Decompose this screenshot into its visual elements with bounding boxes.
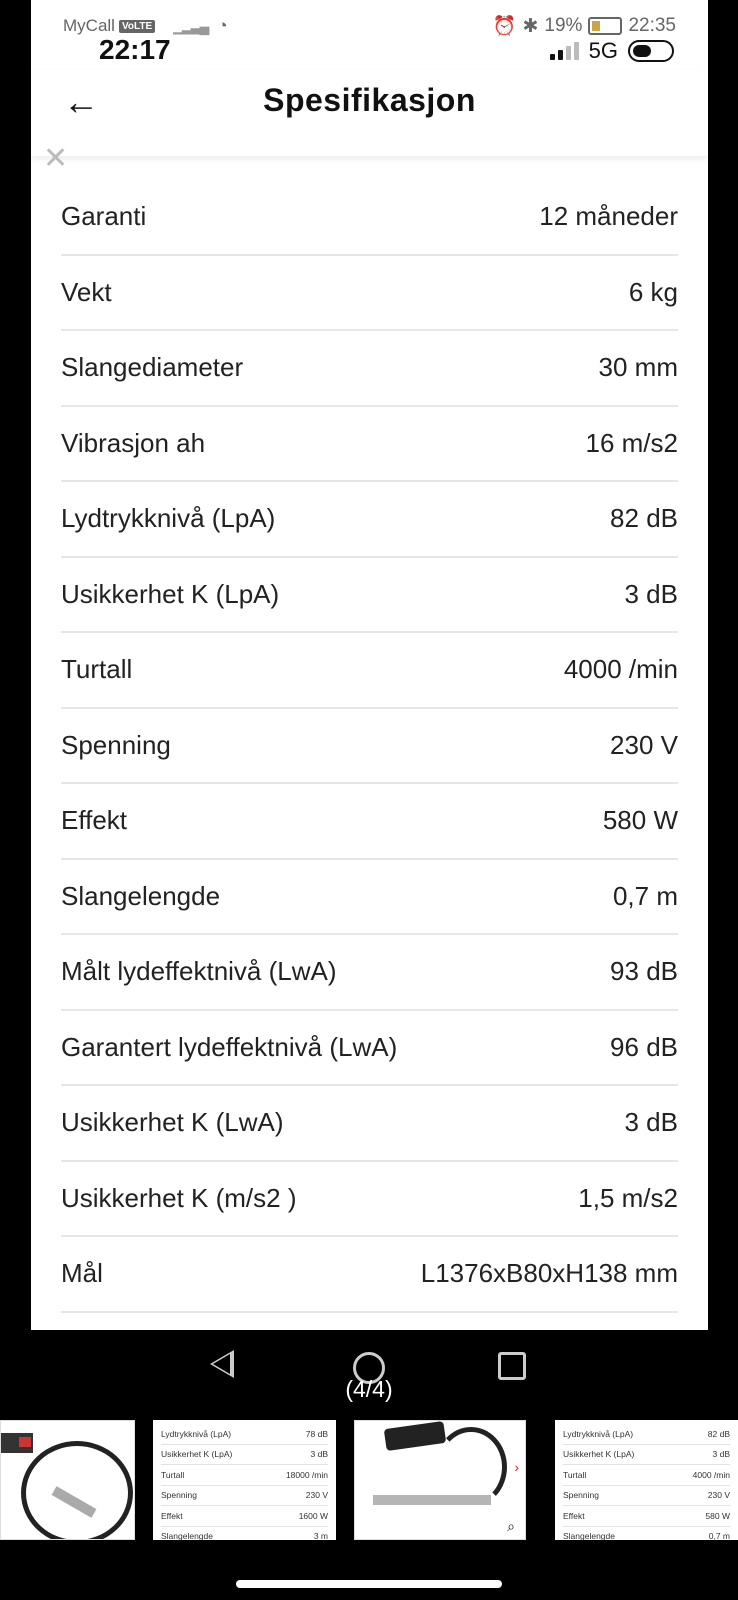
cellular-signal-icon <box>549 42 579 60</box>
spec-row: Lydtrykknivå (LpA) 82 dB <box>61 482 678 558</box>
close-icon[interactable]: ✕ <box>43 144 68 174</box>
mini-spec-row: Usikkerhet K (LpA) 3 dB <box>161 1445 328 1465</box>
spec-value: 0,7 m <box>612 880 678 911</box>
mini-spec-row: Slangelengde 3 m <box>161 1527 328 1540</box>
mini-spec-row: Spenning 230 V <box>563 1486 730 1506</box>
spec-label: Vekt <box>61 276 112 307</box>
product-spec-screen: MyCall VoLTE ▁▂▃▄ ◔ 22:17 ⏰ ✱ 19% 22:35 … <box>31 0 708 1330</box>
spec-list: Garanti 12 måneder Vekt 6 kg Slangediamete… <box>61 180 678 1313</box>
hose-image <box>21 1441 133 1539</box>
mini-spec-row: Lydtrykknivå (LpA) 82 dB <box>563 1424 730 1445</box>
spec-row: Målt lydeffektnivå (LwA) 93 dB <box>61 935 678 1011</box>
network-type: 5G <box>588 38 618 63</box>
mini-spec-row: Turtall 18000 /min <box>161 1465 328 1486</box>
spec-row: Garanti 12 måneder <box>61 180 678 256</box>
spec-row: Slangediameter 30 mm <box>61 331 678 407</box>
spec-label: Garantert lydeffektnivå (LwA) <box>61 1031 398 1062</box>
top-app-bar: ← Spesifikasjon <box>31 70 708 156</box>
home-indicator[interactable] <box>236 1580 502 1588</box>
spec-label: Spenning <box>61 729 171 760</box>
spec-row: Spenning 230 V <box>61 709 678 784</box>
mini-spec-row: Lydtrykknivå (LpA) 78 dB <box>161 1424 328 1445</box>
spec-value: 3 dB <box>624 578 679 609</box>
spec-value: 16 m/s2 <box>585 427 679 458</box>
gallery-counter: (4/4) <box>345 1376 393 1402</box>
spec-row: Effekt 580 W <box>61 784 678 860</box>
spec-value: L1376xB80xH138 mm <box>420 1258 678 1289</box>
chevron-right-icon: › <box>514 1459 519 1475</box>
thumbnail-spec-table[interactable]: Lydtrykknivå (LpA) 82 dB Usikkerhet K (Lp… <box>555 1420 738 1540</box>
spec-row: Usikkerhet K (m/s2 ) 1,5 m/s2 <box>61 1162 678 1237</box>
spec-label: Slangelengde <box>61 880 221 911</box>
mini-spec-table: Lydtrykknivå (LpA) 78 dB Usikkerhet K (Lp… <box>153 1420 336 1540</box>
mini-spec-row: Slangelengde 0,7 m <box>563 1527 730 1540</box>
spec-label: Lydtrykknivå (LpA) <box>61 503 276 534</box>
signal-icon: ▁▂▃▄ <box>173 17 209 34</box>
spec-row: Usikkerhet K (LpA) 3 dB <box>61 558 679 633</box>
alarm-icon: ⏰ <box>492 16 517 37</box>
mini-spec-table: Lydtrykknivå (LpA) 82 dB Usikkerhet K (Lp… <box>555 1420 738 1540</box>
mini-spec-row: Effekt 580 W <box>563 1506 730 1527</box>
spec-row: Turtall 4000 /min <box>61 633 678 709</box>
clock-small: 22:35 <box>628 15 676 36</box>
spec-value: 580 W <box>602 805 678 836</box>
spec-value: 3 dB <box>624 1107 679 1138</box>
mini-spec-row: Spenning 230 V <box>161 1486 328 1506</box>
status-right-bottom: 5G <box>549 38 674 64</box>
spec-label: Vibrasjon ah <box>61 427 206 458</box>
spec-value: 93 dB <box>610 956 678 987</box>
mini-spec-row: Usikkerhet K (LpA) 3 dB <box>563 1445 730 1465</box>
spec-label: Turtall <box>61 654 133 685</box>
machine-motor-image <box>383 1421 447 1452</box>
machine-switch-image <box>19 1437 31 1447</box>
spec-row: Vibrasjon ah 16 m/s2 <box>61 407 679 482</box>
spec-value: 6 kg <box>628 276 678 307</box>
page-title: Spesifikasjon <box>263 82 476 118</box>
spec-value: 96 dB <box>610 1031 678 1062</box>
spec-row: Usikkerhet K (LwA) 3 dB <box>61 1086 678 1162</box>
carrier-label: MyCall VoLTE ▁▂▃▄ ◔ <box>63 16 228 35</box>
spec-row: Vekt 6 kg <box>61 256 678 331</box>
spec-row: Garantert lydeffektnivå (LwA) 96 dB <box>61 1011 678 1086</box>
clock-large: 22:17 <box>99 34 171 65</box>
mini-spec-row: Turtall 4000 /min <box>563 1465 730 1486</box>
spec-label: Effekt <box>61 805 128 836</box>
battery-icon <box>588 17 623 35</box>
nav-back-icon[interactable] <box>210 1350 234 1378</box>
spec-value: 82 dB <box>610 503 678 534</box>
spec-value: 4000 /min <box>563 654 678 685</box>
spec-label: Mål <box>61 1258 103 1289</box>
spec-label: Slangediameter <box>61 352 244 383</box>
gallery-thumbnails: Lydtrykknivå (LpA) 78 dB Usikkerhet K (Lp… <box>0 1420 738 1542</box>
status-right-top: ⏰ ✱ 19% 22:35 <box>493 14 676 38</box>
spec-label: Garanti <box>61 201 147 232</box>
spec-value: 1,5 m/s2 <box>578 1182 678 1213</box>
status-bar: MyCall VoLTE ▁▂▃▄ ◔ 22:17 ⏰ ✱ 19% 22:35 … <box>31 0 708 70</box>
thumbnail-product-image[interactable] <box>0 1420 135 1540</box>
thumbnail-product-image[interactable]: › ⌕ <box>354 1420 526 1540</box>
spec-label: Usikkerhet K (m/s2 ) <box>61 1182 297 1213</box>
spec-value: 30 mm <box>598 352 678 383</box>
spec-label: Usikkerhet K (LwA) <box>61 1107 284 1138</box>
spec-value: 230 V <box>610 729 678 760</box>
battery-percent: 19% <box>544 15 583 36</box>
thumbnail-spec-table[interactable]: Lydtrykknivå (LpA) 78 dB Usikkerhet K (Lp… <box>153 1420 336 1540</box>
spec-row: Mål L1376xB80xH138 mm <box>61 1237 678 1313</box>
vibrator-head-image <box>373 1495 491 1505</box>
battery-toggle-icon <box>628 40 674 62</box>
wifi-icon: ◔ <box>217 16 228 35</box>
bluetooth-icon: ✱ <box>522 15 539 37</box>
mini-spec-row: Effekt 1600 W <box>161 1506 328 1527</box>
spec-label: Målt lydeffektnivå (LwA) <box>61 956 337 987</box>
zoom-icon[interactable]: ⌕ <box>507 1518 515 1535</box>
spec-label: Usikkerhet K (LpA) <box>61 578 280 609</box>
spec-value: 12 måneder <box>539 201 678 232</box>
volte-badge: VoLTE <box>118 19 156 33</box>
spec-row: Slangelengde 0,7 m <box>61 860 678 935</box>
